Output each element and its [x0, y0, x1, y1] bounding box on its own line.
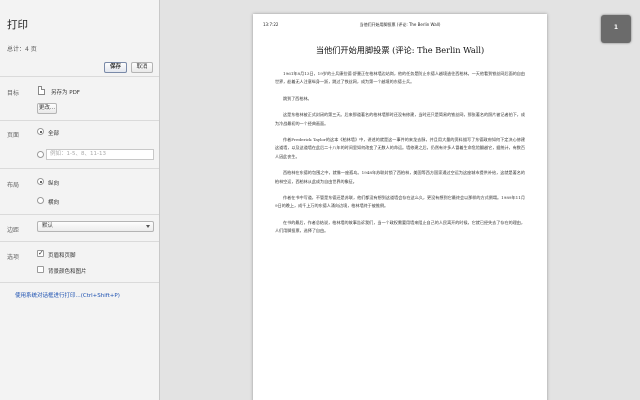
landscape-radio[interactable]	[37, 197, 44, 204]
margins-select[interactable]: 默认	[37, 221, 154, 232]
options-label: 选项	[7, 254, 20, 261]
destination-value: 另存为 PDF	[51, 90, 80, 96]
paragraph: 西柏林在东德的包围之中，就像一座孤岛。1948年苏联封锁了西柏林，美国等西方国家…	[275, 170, 525, 184]
layout-label: 布局	[7, 182, 20, 189]
pages-all-radio[interactable]	[37, 128, 44, 135]
headers-footers-checkbox[interactable]	[37, 249, 44, 257]
divider	[0, 168, 159, 169]
document-body: 1961年8月13日，19岁的士兵康拉德·舒曼正在柏林墙边站岗，他的任务是防止东…	[275, 70, 525, 244]
page-header-title: 当他们开始用脚投票 (评论: The Berlin Wall)	[359, 22, 441, 27]
divider	[0, 214, 159, 215]
page-range-input[interactable]: 例如：1-5、8、11-13	[46, 149, 154, 160]
divider	[0, 76, 159, 77]
divider	[0, 282, 159, 283]
print-preview-area[interactable]: 13:7:22 当他们开始用脚投票 (评论: The Berlin Wall) …	[161, 0, 640, 400]
paragraph: 在书的最后，作者总结说，柏林墙的故事告诉我们，当一个政权需要用墙来阻止自己的人民…	[275, 219, 525, 234]
pages-label: 页面	[7, 132, 20, 139]
paragraph: 1961年8月13日，19岁的士兵康拉德·舒曼正在柏林墙边站岗，他的任务是防止东…	[275, 71, 525, 85]
headers-footers-label: 页眉和页脚	[48, 253, 76, 259]
pdf-file-icon	[38, 86, 45, 95]
landscape-label: 横向	[48, 200, 60, 206]
pages-all-label: 全部	[48, 131, 60, 137]
destination-label: 目标	[7, 90, 20, 97]
divider	[0, 120, 159, 121]
margins-value: 默认	[42, 223, 54, 229]
chevron-down-icon	[146, 225, 150, 228]
page-number: 1	[613, 24, 619, 31]
portrait-radio[interactable]	[37, 178, 44, 185]
paragraph: 这是东柏林被正式封闭的第三天。后来那道著名的柏林墙那时还没有修建，当时还只是简易…	[275, 112, 525, 126]
paragraph: 作者Frederick Taylor的这本《柏林墙》中，讲述的就是这一事件的来龙…	[275, 137, 525, 159]
paragraph: 作者在书中写道，不管是东德还是苏联，他们都没有想到这道墙会存在这么久，更没有想到…	[275, 195, 525, 209]
page-header: 13:7:22 当他们开始用脚投票 (评论: The Berlin Wall)	[263, 22, 537, 29]
cancel-button[interactable]: 取消	[131, 62, 153, 73]
total-pages: 总计：4 页	[7, 46, 37, 53]
divider	[0, 241, 159, 242]
print-title: 打印	[7, 19, 28, 31]
background-graphics-label: 背景颜色和图片	[48, 269, 87, 275]
page-number-badge: 1	[601, 15, 631, 43]
document-title: 当他们开始用脚投票 (评论: The Berlin Wall)	[315, 45, 485, 55]
print-settings-panel: 打印 总计：4 页 保存 取消 目标 另存为 PDF 更改... 页面 全部 例…	[0, 0, 160, 400]
paragraph: 跳到了西柏林。	[283, 95, 312, 101]
portrait-label: 纵向	[48, 181, 60, 187]
margins-label: 边距	[7, 227, 20, 234]
background-graphics-checkbox[interactable]	[37, 266, 44, 273]
preview-page: 13:7:22 当他们开始用脚投票 (评论: The Berlin Wall) …	[253, 14, 547, 400]
change-destination-button[interactable]: 更改...	[37, 103, 57, 114]
pages-range-radio[interactable]	[37, 151, 44, 158]
print-button[interactable]: 保存	[104, 62, 127, 73]
system-dialog-link[interactable]: 使用系统对话框进行打印...(Ctrl+Shift+P)	[15, 291, 120, 299]
